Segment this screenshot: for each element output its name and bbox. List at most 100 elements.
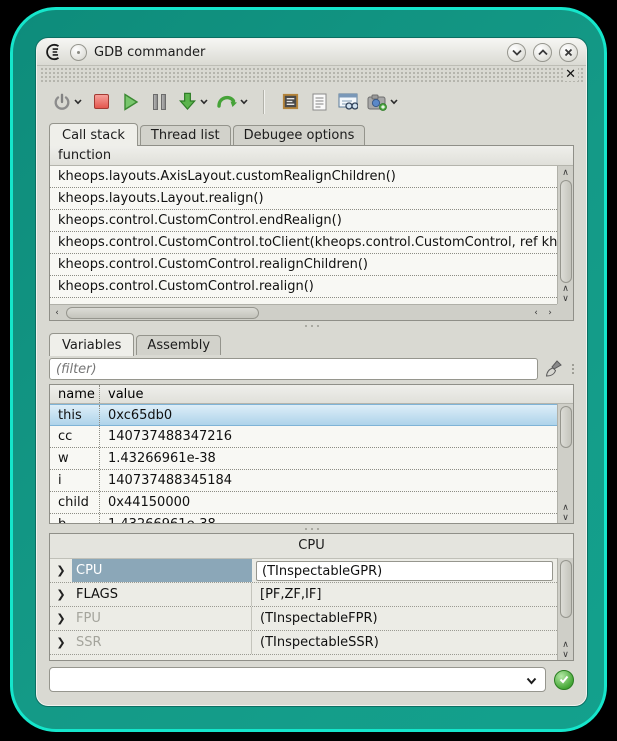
watch-button[interactable] xyxy=(336,88,360,116)
callstack-row[interactable]: kheops.control.CustomControl.toClient(kh… xyxy=(50,232,557,254)
scrollbar-thumb[interactable] xyxy=(560,180,572,283)
cpu-view-button[interactable] xyxy=(278,88,302,116)
variable-name: cc xyxy=(50,426,100,447)
pin-button[interactable] xyxy=(70,44,87,61)
callstack-vertical-scrollbar[interactable]: ∧ ∧∨ xyxy=(557,166,573,304)
splitter-handle[interactable] xyxy=(37,321,586,330)
run-button[interactable] xyxy=(118,88,142,116)
stop-button[interactable] xyxy=(89,88,113,116)
scroll-down-icon[interactable]: ∨ xyxy=(559,294,573,304)
shade-icon xyxy=(512,49,522,56)
maximize-button[interactable] xyxy=(533,43,552,62)
callstack-row[interactable]: kheops.control.CustomControl.endRealign(… xyxy=(50,210,557,232)
cpu-vertical-scrollbar[interactable]: ∧∨ xyxy=(557,558,573,660)
splitter-handle[interactable] xyxy=(37,524,586,533)
tab-debugee-options[interactable]: Debugee options xyxy=(233,125,366,145)
variables-vertical-scrollbar[interactable]: ∧∨ xyxy=(557,404,573,523)
run-icon xyxy=(122,93,139,111)
register-value-field[interactable]: (TInspectableGPR) xyxy=(256,561,553,581)
titlebar[interactable]: GDB commander xyxy=(37,39,586,66)
command-row xyxy=(49,667,574,692)
table-row[interactable]: ❯ FPU (TInspectableFPR) xyxy=(50,607,557,631)
table-row[interactable]: w 1.43266961e-38 xyxy=(50,448,557,470)
expand-arrow-icon[interactable]: ❯ xyxy=(50,564,72,577)
power-button[interactable] xyxy=(51,88,84,116)
scroll-up-icon[interactable]: ∧ xyxy=(559,503,573,513)
callstack-row[interactable]: kheops.layouts.Layout.realign() xyxy=(50,188,557,210)
close-icon xyxy=(564,48,573,57)
variable-name: b xyxy=(50,514,100,523)
scrollbar-thumb[interactable] xyxy=(560,560,572,618)
filter-row xyxy=(49,357,574,381)
variable-name: child xyxy=(50,492,100,513)
scroll-left-icon[interactable]: ‹ xyxy=(50,306,64,319)
variable-value: 1.43266961e-38 xyxy=(100,514,557,523)
step-into-button[interactable] xyxy=(176,88,210,116)
tab-variables[interactable]: Variables xyxy=(49,333,134,356)
confirm-button[interactable] xyxy=(554,670,574,690)
variable-value: 0x44150000 xyxy=(100,492,557,513)
scroll-up-icon[interactable]: ∧ xyxy=(559,284,573,294)
scroll-up-icon[interactable]: ∧ xyxy=(559,166,573,179)
table-row[interactable]: ❯ FLAGS [PF,ZF,IF] xyxy=(50,583,557,607)
stop-icon xyxy=(94,94,109,109)
table-row[interactable]: ❯ CPU (TInspectableGPR) xyxy=(50,559,557,583)
variables-panel: name value this 0xc65db0 cc 140737488347… xyxy=(49,384,574,524)
scroll-down-icon[interactable]: ∨ xyxy=(559,513,573,523)
register-group-name: FLAGS xyxy=(72,583,252,606)
cpu-register-list: ❯ CPU (TInspectableGPR) ❯ FLAGS [PF,ZF,I… xyxy=(50,558,557,660)
table-row[interactable]: this 0xc65db0 xyxy=(50,404,557,426)
call-stack-panel: function kheops.layouts.AxisLayout.custo… xyxy=(49,145,574,321)
chevron-down-icon xyxy=(200,99,208,105)
register-value: (TInspectableFPR) xyxy=(252,611,557,626)
table-row[interactable]: b 1.43266961e-38 xyxy=(50,514,557,523)
scrollbar-thumb[interactable] xyxy=(66,307,259,319)
scroll-down-icon[interactable]: ∨ xyxy=(559,650,573,660)
dock-titlebar[interactable]: ✕ xyxy=(39,66,584,83)
callstack-horizontal-scrollbar[interactable]: ‹ ‹ › xyxy=(50,304,557,320)
callstack-row[interactable]: kheops.control.CustomControl.realignChil… xyxy=(50,254,557,276)
scrollbar-thumb[interactable] xyxy=(560,406,572,448)
shade-button[interactable] xyxy=(507,43,526,62)
table-row[interactable]: cc 140737488347216 xyxy=(50,426,557,448)
variables-header: name value xyxy=(50,385,573,404)
table-row[interactable]: ❯ SSR (TInspectableSSR) xyxy=(50,631,557,655)
scroll-right-icon[interactable]: › xyxy=(543,306,557,319)
step-over-button[interactable] xyxy=(215,88,250,116)
pause-icon xyxy=(153,94,166,110)
register-value: [PF,ZF,IF] xyxy=(252,587,557,602)
expand-arrow-icon[interactable]: ❯ xyxy=(50,636,72,649)
app-logo-icon[interactable] xyxy=(45,43,63,61)
dock-close-icon[interactable]: ✕ xyxy=(563,68,578,81)
filter-input[interactable] xyxy=(49,358,538,380)
clear-filter-button[interactable] xyxy=(544,359,564,379)
variable-value: 0xc65db0 xyxy=(100,405,557,425)
expand-arrow-icon[interactable]: ❯ xyxy=(50,612,72,625)
table-row[interactable]: i 140737488345184 xyxy=(50,470,557,492)
table-row[interactable]: child 0x44150000 xyxy=(50,492,557,514)
desktop-shell: GDB commander ✕ xyxy=(10,7,607,732)
callstack-column-header[interactable]: function xyxy=(50,146,573,166)
callstack-row[interactable]: kheops.control.CustomControl.realign() xyxy=(50,276,557,298)
scroll-up-icon[interactable]: ∧ xyxy=(559,640,573,650)
expand-arrow-icon[interactable]: ❯ xyxy=(50,588,72,601)
dropdown-chevron-icon[interactable] xyxy=(526,670,545,689)
column-header-name[interactable]: name xyxy=(50,385,100,403)
output-icon xyxy=(312,93,327,111)
scroll-left-icon[interactable]: ‹ xyxy=(529,306,543,319)
cpu-view-icon xyxy=(281,92,300,111)
screenshot-button[interactable] xyxy=(365,88,400,116)
tab-assembly[interactable]: Assembly xyxy=(136,335,221,355)
callstack-row[interactable]: kheops.layouts.AxisLayout.customRealignC… xyxy=(50,166,557,188)
toolbar-separator xyxy=(263,90,265,114)
pause-button[interactable] xyxy=(147,88,171,116)
watch-icon xyxy=(338,93,358,111)
output-button[interactable] xyxy=(307,88,331,116)
splitter-handle[interactable] xyxy=(572,364,574,374)
tab-thread-list[interactable]: Thread list xyxy=(140,125,231,145)
close-button[interactable] xyxy=(559,43,578,62)
chevron-down-icon xyxy=(240,99,248,105)
column-header-value[interactable]: value xyxy=(100,385,144,403)
tab-call-stack[interactable]: Call stack xyxy=(49,123,138,146)
command-combobox[interactable] xyxy=(49,667,546,692)
